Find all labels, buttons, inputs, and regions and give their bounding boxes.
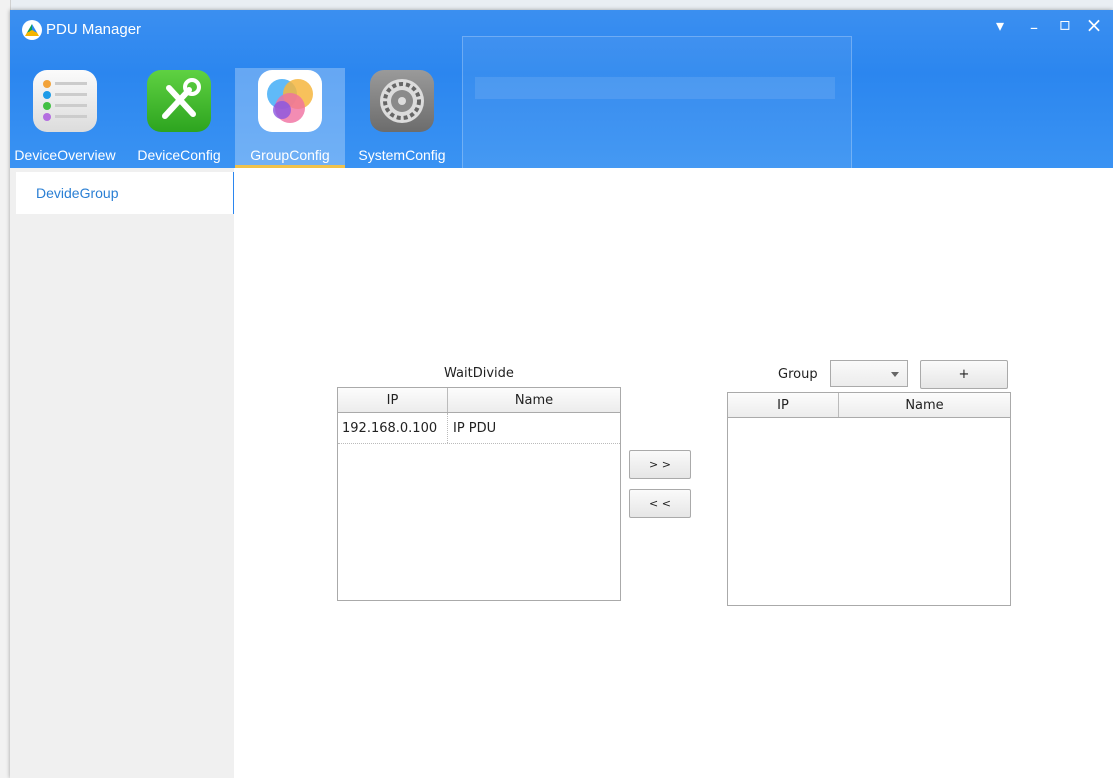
move-left-button[interactable]: < < (629, 489, 691, 518)
add-group-button[interactable]: + (920, 360, 1008, 389)
tab-label: DeviceConfig (137, 147, 221, 163)
maximize-button[interactable]: ▫ (1053, 14, 1077, 35)
move-right-button[interactable]: > > (629, 450, 691, 479)
app-window: PDU Manager ▾ – ▫ × DeviceOverview Devic… (10, 10, 1113, 778)
tab-device-overview[interactable]: DeviceOverview (10, 68, 120, 168)
chevron-down-icon (891, 372, 899, 377)
table-header: IP Name (338, 388, 620, 413)
app-logo-icon (22, 20, 42, 40)
sidebar-item-devide-group[interactable]: DevideGroup (16, 172, 236, 214)
main-content: WaitDivide IP Name 192.168.0.100 IP PDU … (234, 168, 1113, 778)
group-select[interactable] (830, 360, 908, 387)
table-row[interactable]: 192.168.0.100 IP PDU (338, 413, 620, 444)
tools-icon (147, 70, 211, 132)
column-header-ip[interactable]: IP (728, 393, 839, 417)
close-button[interactable]: × (1082, 13, 1106, 37)
wait-divide-title: WaitDivide (444, 366, 514, 381)
window-title: PDU Manager (46, 21, 142, 38)
header-bar: PDU Manager ▾ – ▫ × DeviceOverview Devic… (10, 10, 1113, 178)
menu-dropdown-icon[interactable]: ▾ (988, 16, 1012, 35)
tab-group-config[interactable]: GroupConfig (235, 68, 345, 168)
column-header-name[interactable]: Name (448, 388, 620, 412)
column-header-ip[interactable]: IP (338, 388, 448, 412)
column-header-name[interactable]: Name (839, 393, 1010, 417)
cell-ip: 192.168.0.100 (338, 413, 448, 443)
group-label: Group (778, 367, 818, 382)
tab-label: GroupConfig (250, 147, 330, 163)
gear-icon (370, 70, 434, 132)
group-table[interactable]: IP Name (727, 392, 1011, 606)
tab-device-config[interactable]: DeviceConfig (124, 68, 234, 168)
cell-name: IP PDU (453, 420, 497, 436)
table-header: IP Name (728, 393, 1010, 418)
tab-label: DeviceOverview (14, 147, 116, 163)
background-window-ghost (462, 36, 852, 178)
tab-system-config[interactable]: SystemConfig (347, 68, 457, 168)
list-icon (33, 70, 97, 132)
minimize-button[interactable]: – (1022, 18, 1046, 37)
sidebar: DevideGroup (10, 168, 236, 778)
wait-divide-table[interactable]: IP Name 192.168.0.100 IP PDU (337, 387, 621, 601)
group-icon (258, 70, 322, 132)
tab-label: SystemConfig (358, 147, 446, 163)
